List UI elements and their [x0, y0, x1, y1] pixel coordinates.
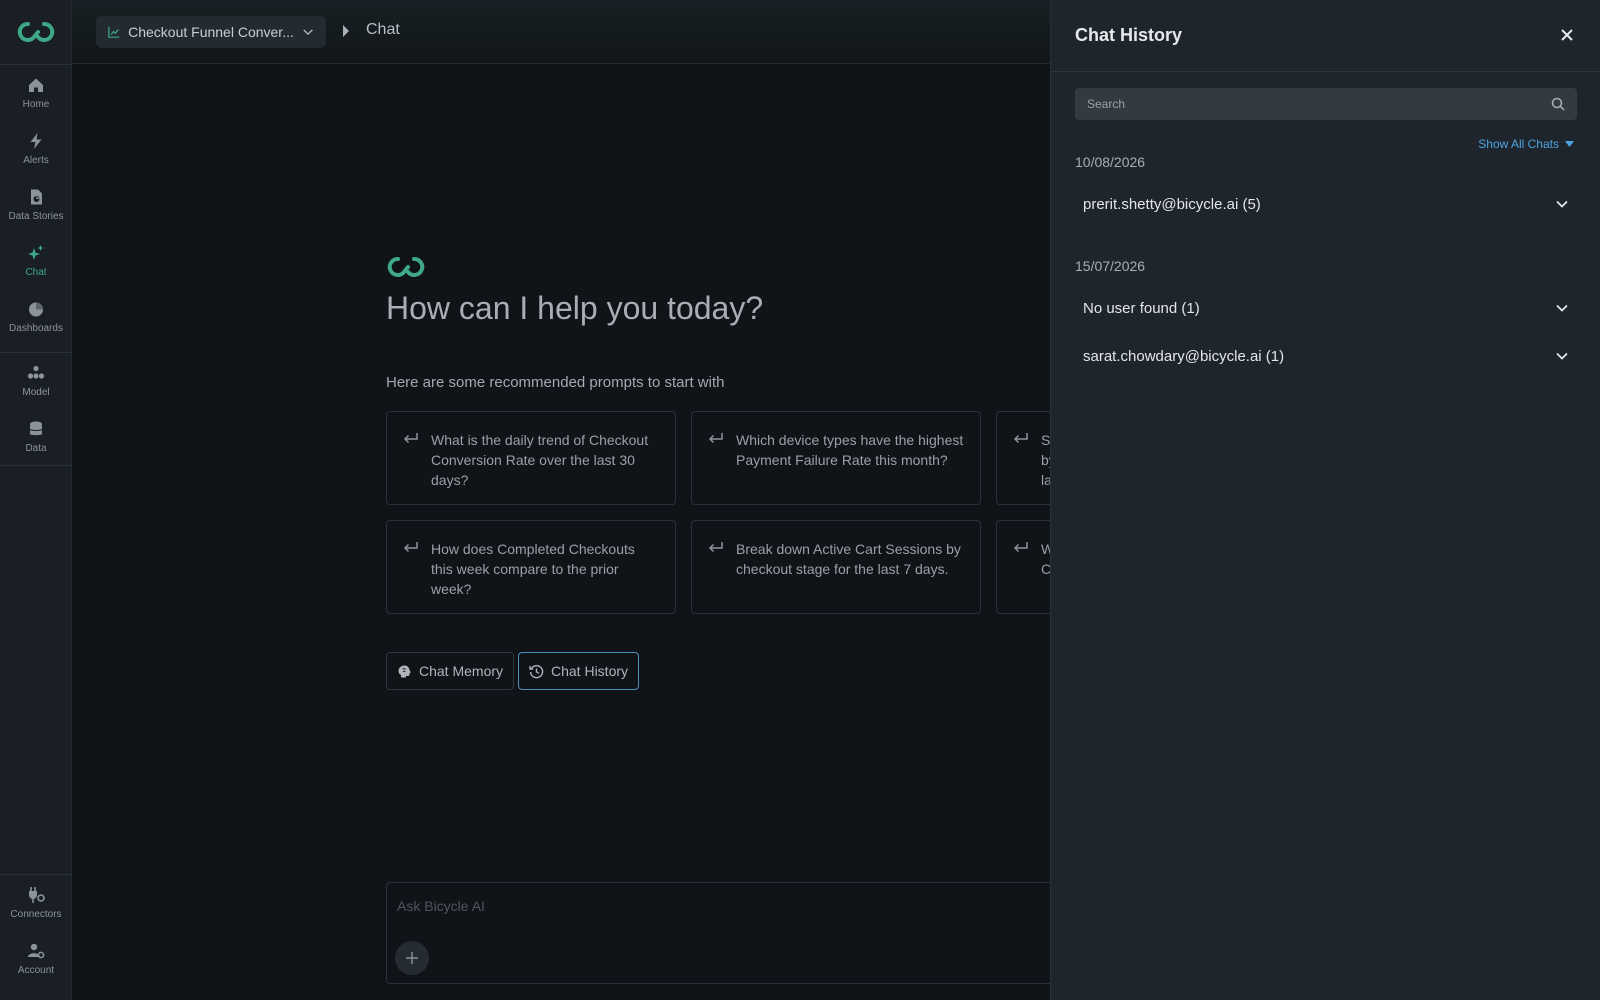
date-group-label: 15/07/2026 — [1075, 258, 1146, 274]
sidebar-item-account[interactable]: Account — [0, 931, 72, 987]
chat-group-label: No user found (1) — [1083, 299, 1200, 317]
caret-right-icon — [343, 25, 349, 37]
caret-down-icon — [1565, 141, 1574, 147]
chat-history-panel: Chat History Show All Chats 10/08/2026 p… — [1050, 0, 1600, 1000]
metric-selector-label: Checkout Funnel Conver... — [128, 24, 294, 40]
prompt-card[interactable]: How does Completed Checkouts this week c… — [386, 520, 676, 614]
line-chart-icon — [108, 26, 120, 38]
nav-group-main: Home Alerts Data Stories Chat Dashboards — [0, 64, 72, 345]
chevron-down-icon — [1556, 200, 1568, 208]
chevron-down-icon — [1556, 304, 1568, 312]
prompt-text: What is the daily trend of Checkout Conv… — [431, 432, 649, 488]
ask-box — [386, 882, 1066, 984]
prompt-text: How does Completed Checkouts this week c… — [431, 541, 635, 597]
sidebar-item-data-stories[interactable]: Data Stories — [0, 177, 72, 233]
chat-memory-button[interactable]: Chat Memory — [386, 652, 515, 690]
sidebar-item-label: Chat — [25, 267, 47, 278]
brain-icon — [398, 665, 411, 677]
enter-icon — [403, 433, 418, 444]
database-icon — [29, 421, 43, 436]
prompt-text: W C — [1041, 539, 1050, 579]
ask-input[interactable] — [397, 895, 1037, 917]
prompt-text: Sh by la — [1041, 432, 1050, 488]
enter-icon — [708, 433, 723, 444]
enter-icon — [1013, 433, 1028, 444]
model-icon — [27, 365, 45, 379]
chat-group-row[interactable]: sarat.chowdary@bicycle.ai (1) — [1075, 338, 1577, 374]
nav-group-settings: Connectors Account — [0, 874, 72, 987]
chat-group-label: prerit.shetty@bicycle.ai (5) — [1083, 195, 1261, 213]
sidebar: Home Alerts Data Stories Chat Dashboards… — [0, 0, 72, 1000]
sidebar-item-data[interactable]: Data — [0, 409, 72, 465]
add-attachment-button[interactable] — [395, 941, 429, 975]
nav-group-data: Model Data — [0, 352, 72, 466]
sidebar-item-dashboards[interactable]: Dashboards — [0, 289, 72, 345]
close-icon[interactable] — [1560, 28, 1574, 42]
panel-header: Chat History — [1051, 0, 1600, 72]
sidebar-item-chat[interactable]: Chat — [0, 233, 72, 289]
search-input[interactable] — [1075, 88, 1577, 120]
sidebar-item-alerts[interactable]: Alerts — [0, 121, 72, 177]
prompt-text: Which device types have the highest Paym… — [736, 432, 964, 468]
sidebar-item-label: Connectors — [10, 909, 62, 920]
top-bar: Checkout Funnel Conver... Chat — [72, 0, 1050, 64]
page-title: How can I help you today? — [386, 290, 764, 326]
prompt-card[interactable]: W C — [996, 520, 1050, 614]
chat-group-row[interactable]: prerit.shetty@bicycle.ai (5) — [1075, 186, 1577, 222]
show-all-chats-label: Show All Chats — [1478, 137, 1559, 151]
chat-history-label: Chat History — [551, 663, 629, 679]
metric-selector-dropdown[interactable]: Checkout Funnel Conver... — [96, 16, 326, 48]
enter-icon — [403, 542, 418, 553]
chevron-down-icon — [1556, 352, 1568, 360]
sidebar-item-label: Data Stories — [8, 211, 64, 222]
sparkle-icon — [28, 245, 44, 260]
bicycle-logo-icon[interactable] — [16, 20, 56, 44]
breadcrumb-current: Chat — [366, 21, 400, 38]
prompt-card[interactable]: Which device types have the highest Paym… — [691, 411, 981, 505]
date-group-label: 10/08/2026 — [1075, 154, 1146, 170]
prompts-subheading: Here are some recommended prompts to sta… — [386, 374, 725, 391]
chat-history-button[interactable]: Chat History — [518, 652, 640, 690]
search-icon[interactable] — [1551, 97, 1565, 111]
history-icon — [529, 664, 544, 678]
sidebar-item-label: Model — [22, 387, 50, 398]
home-icon — [29, 78, 43, 92]
chat-group-label: sarat.chowdary@bicycle.ai (1) — [1083, 347, 1285, 365]
chat-group-row[interactable]: No user found (1) — [1075, 290, 1577, 326]
sidebar-item-label: Dashboards — [9, 323, 63, 334]
plug-icon — [29, 887, 45, 903]
sidebar-item-connectors[interactable]: Connectors — [0, 875, 72, 931]
sidebar-item-model[interactable]: Model — [0, 353, 72, 409]
sidebar-item-label: Account — [17, 965, 55, 976]
sidebar-item-label: Home — [22, 99, 50, 110]
enter-icon — [708, 542, 723, 553]
sidebar-item-label: Alerts — [23, 155, 49, 166]
show-all-chats-dropdown[interactable]: Show All Chats — [1478, 137, 1574, 151]
enter-icon — [1013, 542, 1028, 553]
pie-chart-icon — [29, 302, 43, 317]
plus-icon — [406, 952, 418, 964]
prompt-card[interactable]: What is the daily trend of Checkout Conv… — [386, 411, 676, 505]
sidebar-item-label: Data — [25, 443, 47, 454]
prompt-text: Break down Active Cart Sessions by check… — [736, 541, 961, 577]
chevron-down-icon — [303, 29, 313, 36]
prompt-card[interactable]: Break down Active Cart Sessions by check… — [691, 520, 981, 614]
chat-memory-label: Chat Memory — [419, 663, 504, 679]
sidebar-item-home[interactable]: Home — [0, 65, 72, 121]
bicycle-logo-icon — [387, 256, 425, 277]
panel-title: Chat History — [1075, 25, 1183, 45]
search-box — [1075, 88, 1577, 120]
user-settings-icon — [28, 943, 45, 959]
bolt-icon — [30, 133, 42, 149]
document-chart-icon — [31, 189, 42, 205]
prompt-card[interactable]: Sh by la — [996, 411, 1050, 505]
